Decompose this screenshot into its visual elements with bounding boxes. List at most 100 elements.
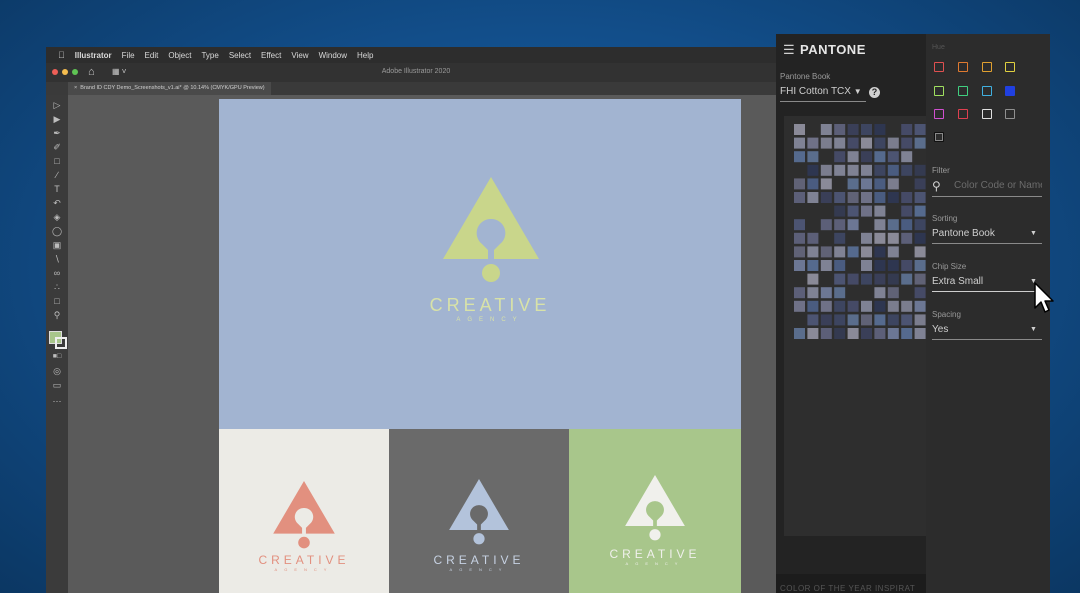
gradient-tool-icon[interactable]: ▣ [51,239,63,251]
color-chip[interactable] [834,314,846,326]
color-mode-icon[interactable]: ■□ [51,351,63,363]
color-chip[interactable] [861,192,872,203]
color-chip[interactable] [861,205,872,217]
color-chip[interactable] [847,273,859,285]
color-chip[interactable] [847,192,859,203]
hue-swatch-orange[interactable] [958,62,968,72]
color-chip[interactable] [901,192,913,203]
color-chip[interactable] [874,300,886,312]
color-chip[interactable] [914,328,926,339]
color-chip[interactable] [874,314,886,326]
color-chip[interactable] [914,287,926,299]
color-chip[interactable] [794,151,805,163]
curvature-tool-icon[interactable]: ✐ [51,141,63,153]
apple-icon[interactable]:  [58,50,65,60]
color-chip[interactable] [847,300,859,312]
color-chip[interactable] [874,205,886,217]
color-chip[interactable] [874,151,886,163]
menu-type[interactable]: Type [201,51,218,60]
color-chip[interactable] [914,232,926,244]
document-tab[interactable]: × Brand ID CDY Demo_Screenshots_v1.ai* @… [68,82,271,95]
hue-swatch-white[interactable] [982,109,992,119]
menu-object[interactable]: Object [168,51,191,60]
color-chip[interactable] [807,246,819,258]
color-chip[interactable] [914,219,926,231]
color-chip[interactable] [794,137,805,149]
color-chip[interactable] [874,219,886,231]
color-chip[interactable] [834,219,846,231]
artboard-card-light[interactable]: CREATIVE AGENCY [219,429,389,593]
help-icon[interactable]: ? [869,87,880,98]
color-chip[interactable] [794,246,805,258]
color-chip[interactable] [861,314,872,326]
color-chip[interactable] [874,178,886,190]
spacing-dropdown-icon[interactable]: ▼ [1030,326,1037,333]
sorting-dropdown-icon[interactable]: ▼ [1030,230,1037,237]
hue-swatch-lime[interactable] [934,86,944,96]
color-chip[interactable] [820,287,832,299]
color-chip[interactable] [820,300,832,312]
zoom-tool-icon[interactable]: ⚲ [51,309,63,321]
color-chip[interactable] [914,164,926,176]
hue-swatch-magenta[interactable] [934,109,944,119]
color-chip[interactable] [901,300,913,312]
color-chip[interactable] [834,124,846,135]
color-chip[interactable] [887,164,899,176]
color-chip[interactable] [901,273,913,285]
color-chip[interactable] [861,232,872,244]
color-chip[interactable] [901,232,913,244]
color-chip[interactable] [861,300,872,312]
color-chip[interactable] [901,164,913,176]
color-chip[interactable] [834,273,846,285]
color-chip[interactable] [874,232,886,244]
color-chip[interactable] [820,314,832,326]
color-chip[interactable] [834,205,846,217]
hue-swatch-yellow[interactable] [1005,62,1015,72]
color-chip[interactable] [807,232,819,244]
hue-swatch-blue-selected[interactable] [1005,86,1015,96]
rotate-tool-icon[interactable]: ↶ [51,197,63,209]
color-chip[interactable] [820,124,832,135]
hamburger-menu-icon[interactable]: ☰ [783,42,795,58]
color-chip[interactable] [914,137,926,149]
color-chip[interactable] [847,314,859,326]
color-chip[interactable] [834,260,846,271]
screen-mode-icon[interactable]: ▭ [51,379,63,391]
color-chip[interactable] [887,273,899,285]
color-chip[interactable] [887,260,899,271]
filter-input[interactable]: Color Code or Name [954,180,1042,191]
color-chip[interactable] [887,246,899,258]
color-chip[interactable] [834,192,846,203]
color-chip[interactable] [847,219,859,231]
hue-swatch-gray[interactable] [1005,109,1015,119]
color-chip[interactable] [807,151,819,163]
color-chip[interactable] [847,328,859,339]
symbol-sprayer-tool-icon[interactable]: ∴ [51,281,63,293]
spacing-value[interactable]: Yes [932,324,948,335]
color-chip[interactable] [847,124,859,135]
color-chip[interactable] [820,178,832,190]
color-chip[interactable] [807,314,819,326]
color-chip[interactable] [794,287,805,299]
menu-edit[interactable]: Edit [145,51,159,60]
color-chip[interactable] [874,137,886,149]
hue-swatch-green[interactable] [958,86,968,96]
eyedropper-tool-icon[interactable]: ∖ [51,253,63,265]
color-chip[interactable] [834,151,846,163]
artboard-tool-icon[interactable]: □ [51,295,63,307]
hue-swatch-red[interactable] [934,62,944,72]
color-chip[interactable] [901,260,913,271]
color-chip[interactable] [861,151,872,163]
pantone-book-select[interactable]: FHI Cotton TCX ▼ [780,86,862,97]
color-chip[interactable] [820,260,832,271]
color-chip[interactable] [887,192,899,203]
color-chip[interactable] [794,178,805,190]
color-chip[interactable] [847,246,859,258]
color-chip[interactable] [807,287,819,299]
color-chip[interactable] [887,328,899,339]
menu-file[interactable]: File [122,51,135,60]
shape-builder-tool-icon[interactable]: ◯ [51,225,63,237]
color-chip[interactable] [807,300,819,312]
color-chip[interactable] [820,164,832,176]
color-chip[interactable] [847,178,859,190]
